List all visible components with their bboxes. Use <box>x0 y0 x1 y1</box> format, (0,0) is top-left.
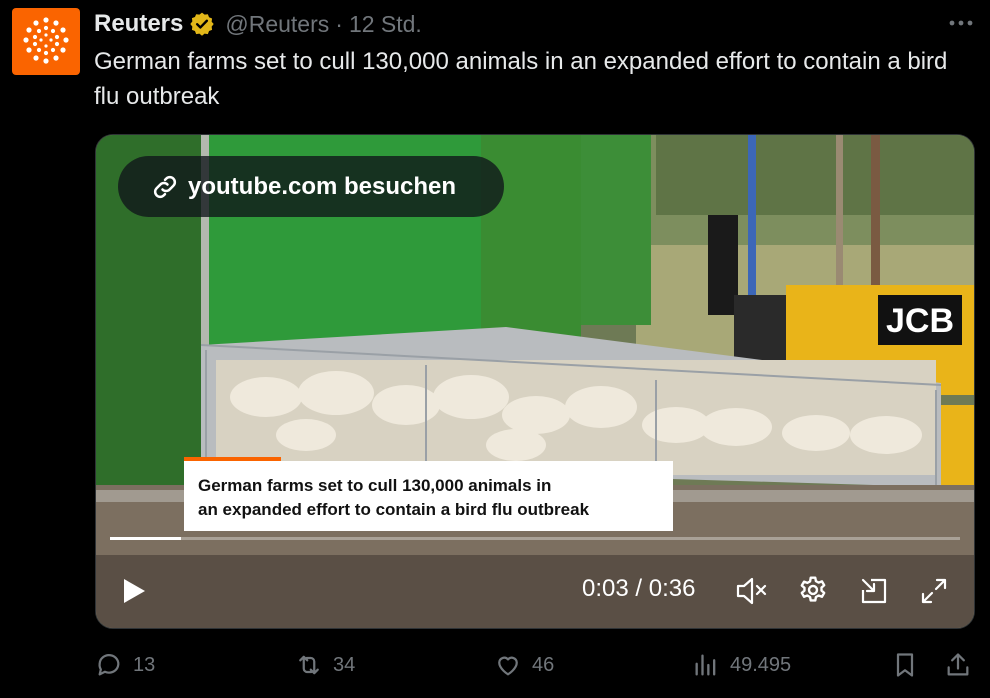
reuters-logo-icon <box>23 17 69 64</box>
video-caption: German farms set to cull 130,000 animals… <box>184 461 673 531</box>
like-count: 46 <box>532 653 555 676</box>
share-icon <box>947 653 969 676</box>
visit-label: youtube.com besuchen <box>188 172 457 200</box>
tweet-actions: 13 34 46 49.495 <box>0 640 990 690</box>
tweet-time[interactable]: 12 Std. <box>349 11 422 38</box>
like-icon <box>498 656 518 676</box>
fullscreen-button[interactable] <box>914 571 954 611</box>
fullscreen-icon <box>921 578 947 604</box>
repost-icon <box>299 655 319 675</box>
video-progress-fill <box>110 537 181 540</box>
author-handle[interactable]: @Reuters <box>225 11 329 38</box>
like-button[interactable]: 46 <box>494 640 554 690</box>
link-icon <box>153 175 177 198</box>
dock-button[interactable] <box>854 571 894 611</box>
dock-icon <box>861 578 887 604</box>
author-name[interactable]: Reuters <box>94 10 183 38</box>
caption-line-2: an expanded effort to contain a bird flu… <box>198 500 590 519</box>
current-time: 0:03 <box>582 575 629 602</box>
settings-icon <box>800 576 826 602</box>
tweet-header: Reuters @Reuters · 12 Std. <box>94 8 422 40</box>
share-button[interactable] <box>944 640 972 690</box>
reuters-avatar[interactable] <box>12 8 80 75</box>
views-button[interactable]: 49.495 <box>692 640 791 690</box>
view-count: 49.495 <box>730 653 792 676</box>
visit-youtube-button[interactable]: youtube.com besuchen <box>118 156 504 217</box>
repost-count: 34 <box>333 653 356 676</box>
reply-button[interactable]: 13 <box>95 640 155 690</box>
settings-button[interactable] <box>793 571 833 611</box>
video-progress-bar[interactable] <box>110 537 960 540</box>
mute-button[interactable] <box>732 571 772 611</box>
caption-line-1: German farms set to cull 130,000 animals… <box>198 476 552 495</box>
video-time: 0:03 / 0:36 <box>582 575 695 603</box>
more-dots-icon <box>949 20 973 26</box>
repost-button[interactable]: 34 <box>295 640 355 690</box>
views-icon <box>695 654 716 676</box>
truck-brand: JCB <box>886 302 954 340</box>
more-options-button[interactable] <box>944 10 978 36</box>
play-icon <box>124 579 145 603</box>
verified-badge-icon[interactable] <box>189 11 215 37</box>
reply-icon <box>98 654 120 676</box>
bookmark-icon <box>896 653 914 677</box>
video-player[interactable]: JCB youtube.com besuchen German farms se… <box>95 134 975 629</box>
tweet-text: German farms set to cull 130,000 animals… <box>94 48 948 110</box>
reply-count: 13 <box>133 653 156 676</box>
header-separator: · <box>335 10 343 37</box>
play-button[interactable] <box>116 573 152 609</box>
mute-icon <box>736 577 767 605</box>
time-separator: / <box>635 575 643 602</box>
bookmark-button[interactable] <box>891 640 919 690</box>
duration: 0:36 <box>648 575 696 602</box>
